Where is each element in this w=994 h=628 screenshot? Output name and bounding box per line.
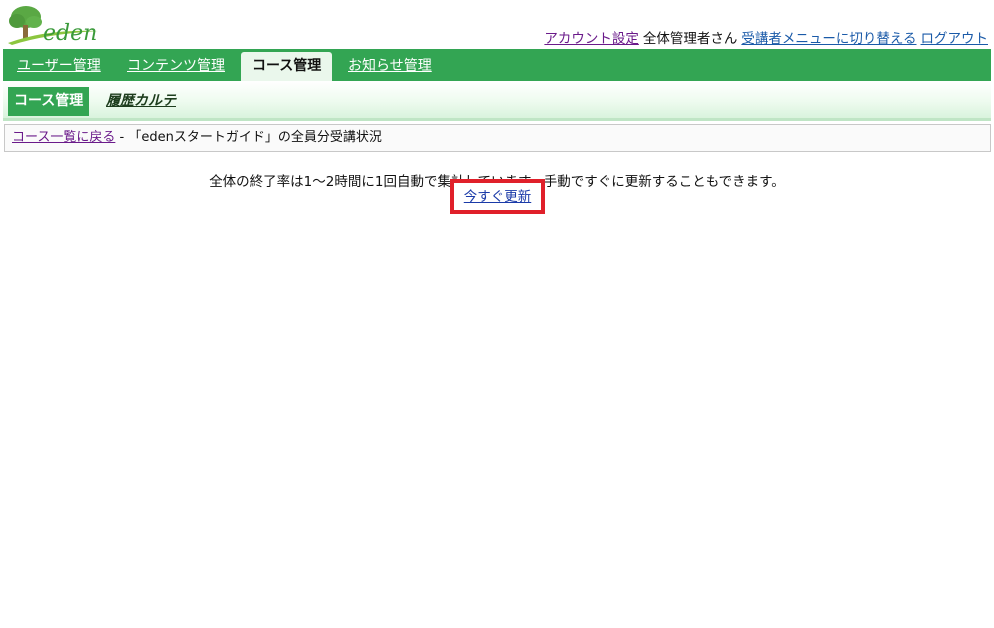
switch-to-learner-menu-link[interactable]: 受講者メニューに切り替える <box>741 31 916 47</box>
breadcrumb-separator: - <box>115 130 129 145</box>
logo-text: eden <box>43 21 98 46</box>
sub-nav: コース管理 履歴カルテ <box>3 81 991 121</box>
user-links: アカウント設定 全体管理者さん 受講者メニューに切り替える ログアウト <box>544 27 988 47</box>
header: eden アカウント設定 全体管理者さん 受講者メニューに切り替える ログアウト <box>0 0 994 49</box>
logout-link[interactable]: ログアウト <box>921 31 989 47</box>
refresh-highlight-box: 今すぐ更新 <box>450 179 545 214</box>
tab-user-management[interactable]: ユーザー管理 <box>17 49 101 81</box>
eden-logo[interactable]: eden <box>6 3 102 47</box>
main-nav: ユーザー管理 コンテンツ管理 コース管理 お知らせ管理 <box>3 49 991 81</box>
tab-news-management[interactable]: お知らせ管理 <box>348 49 432 81</box>
refresh-now-link[interactable]: 今すぐ更新 <box>454 188 541 206</box>
breadcrumb-current: 「edenスタートガイド」の全員分受講状況 <box>128 130 382 145</box>
subtab-course-management[interactable]: コース管理 <box>8 87 90 116</box>
tab-content-management[interactable]: コンテンツ管理 <box>127 49 225 81</box>
subtab-history-chart[interactable]: 履歴カルテ <box>106 87 176 116</box>
account-settings-link[interactable]: アカウント設定 <box>544 31 639 47</box>
tab-course-management[interactable]: コース管理 <box>241 52 333 81</box>
breadcrumb: コース一覧に戻る - 「edenスタートガイド」の全員分受講状況 <box>4 124 991 152</box>
user-name: 全体管理者さん <box>642 31 738 47</box>
back-to-course-list-link[interactable]: コース一覧に戻る <box>12 130 115 145</box>
